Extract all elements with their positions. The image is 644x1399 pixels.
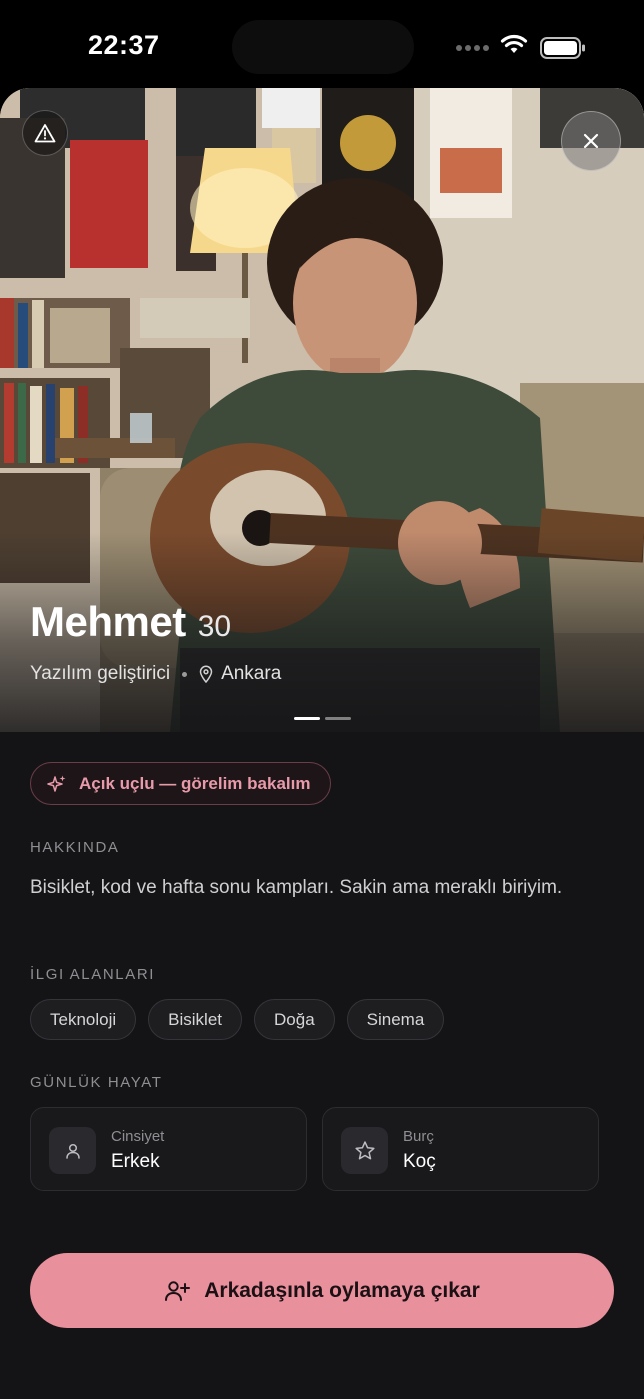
battery-icon (540, 37, 585, 59)
status-time: 22:37 (88, 30, 160, 60)
warning-icon (34, 124, 56, 143)
page-indicator-inactive (325, 717, 351, 720)
profile-location-text: Ankara (221, 663, 282, 684)
about-text: Bisiklet, kod ve hafta sonu kampları. Sa… (30, 877, 563, 898)
status-bar: 22:37 (0, 0, 644, 90)
gender-icon-box (49, 1127, 96, 1174)
sparkles-icon (47, 775, 66, 792)
user-plus-icon (165, 1280, 191, 1301)
interest-tag: Teknoloji (30, 999, 137, 1040)
gender-value: Erkek (111, 1151, 160, 1172)
about-section-title: HAKKINDA (30, 839, 120, 856)
cellular-signal-icon (456, 45, 489, 51)
report-button[interactable] (22, 110, 68, 156)
wifi-icon (500, 34, 528, 53)
daily-life-section-title: GÜNLÜK HAYAT (30, 1074, 163, 1091)
separator-dot (182, 671, 188, 677)
page-indicator-active (294, 717, 320, 720)
share-with-friend-button[interactable]: Arkadaşınla oylamaya çıkar (30, 1253, 614, 1328)
zodiac-label: Burç (403, 1128, 434, 1145)
dynamic-island (232, 20, 414, 74)
star-icon (354, 1140, 375, 1159)
profile-name-row: Mehmet 30 (30, 598, 231, 646)
profile-name: Mehmet (30, 598, 186, 645)
location-pin-icon (199, 665, 213, 683)
photo-page-indicator (294, 717, 351, 720)
interest-tag: Sinema (346, 999, 445, 1040)
intent-label: Açık uçlu — görelim bakalım (79, 773, 311, 793)
profile-occupation: Yazılım geliştirici (30, 663, 171, 684)
cta-label: Arkadaşınla oylamaya çıkar (204, 1278, 480, 1302)
interest-tags: Teknoloji Bisiklet Doğa Sinema (30, 999, 445, 1040)
interest-tag: Doğa (254, 999, 335, 1040)
gender-label: Cinsiyet (111, 1128, 165, 1145)
interests-section-title: İLGI ALANLARI (30, 966, 156, 983)
close-icon (583, 133, 599, 149)
interest-tag: Bisiklet (148, 999, 243, 1040)
gender-card: Cinsiyet Erkek (30, 1107, 307, 1191)
person-icon (65, 1143, 80, 1159)
zodiac-value: Koç (403, 1151, 436, 1172)
profile-photo[interactable]: Mehmet 30 Yazılım geliştirici Ankara (0, 88, 644, 732)
zodiac-card: Burç Koç (322, 1107, 599, 1191)
profile-subtitle: Yazılım geliştirici Ankara (30, 663, 281, 685)
zodiac-icon-box (341, 1127, 388, 1174)
close-button[interactable] (561, 111, 621, 171)
profile-location: Ankara (199, 663, 281, 685)
profile-sheet: Mehmet 30 Yazılım geliştirici Ankara Açı (0, 88, 644, 1399)
relationship-intent-chip: Açık uçlu — görelim bakalım (30, 762, 332, 805)
profile-age: 30 (197, 610, 232, 643)
